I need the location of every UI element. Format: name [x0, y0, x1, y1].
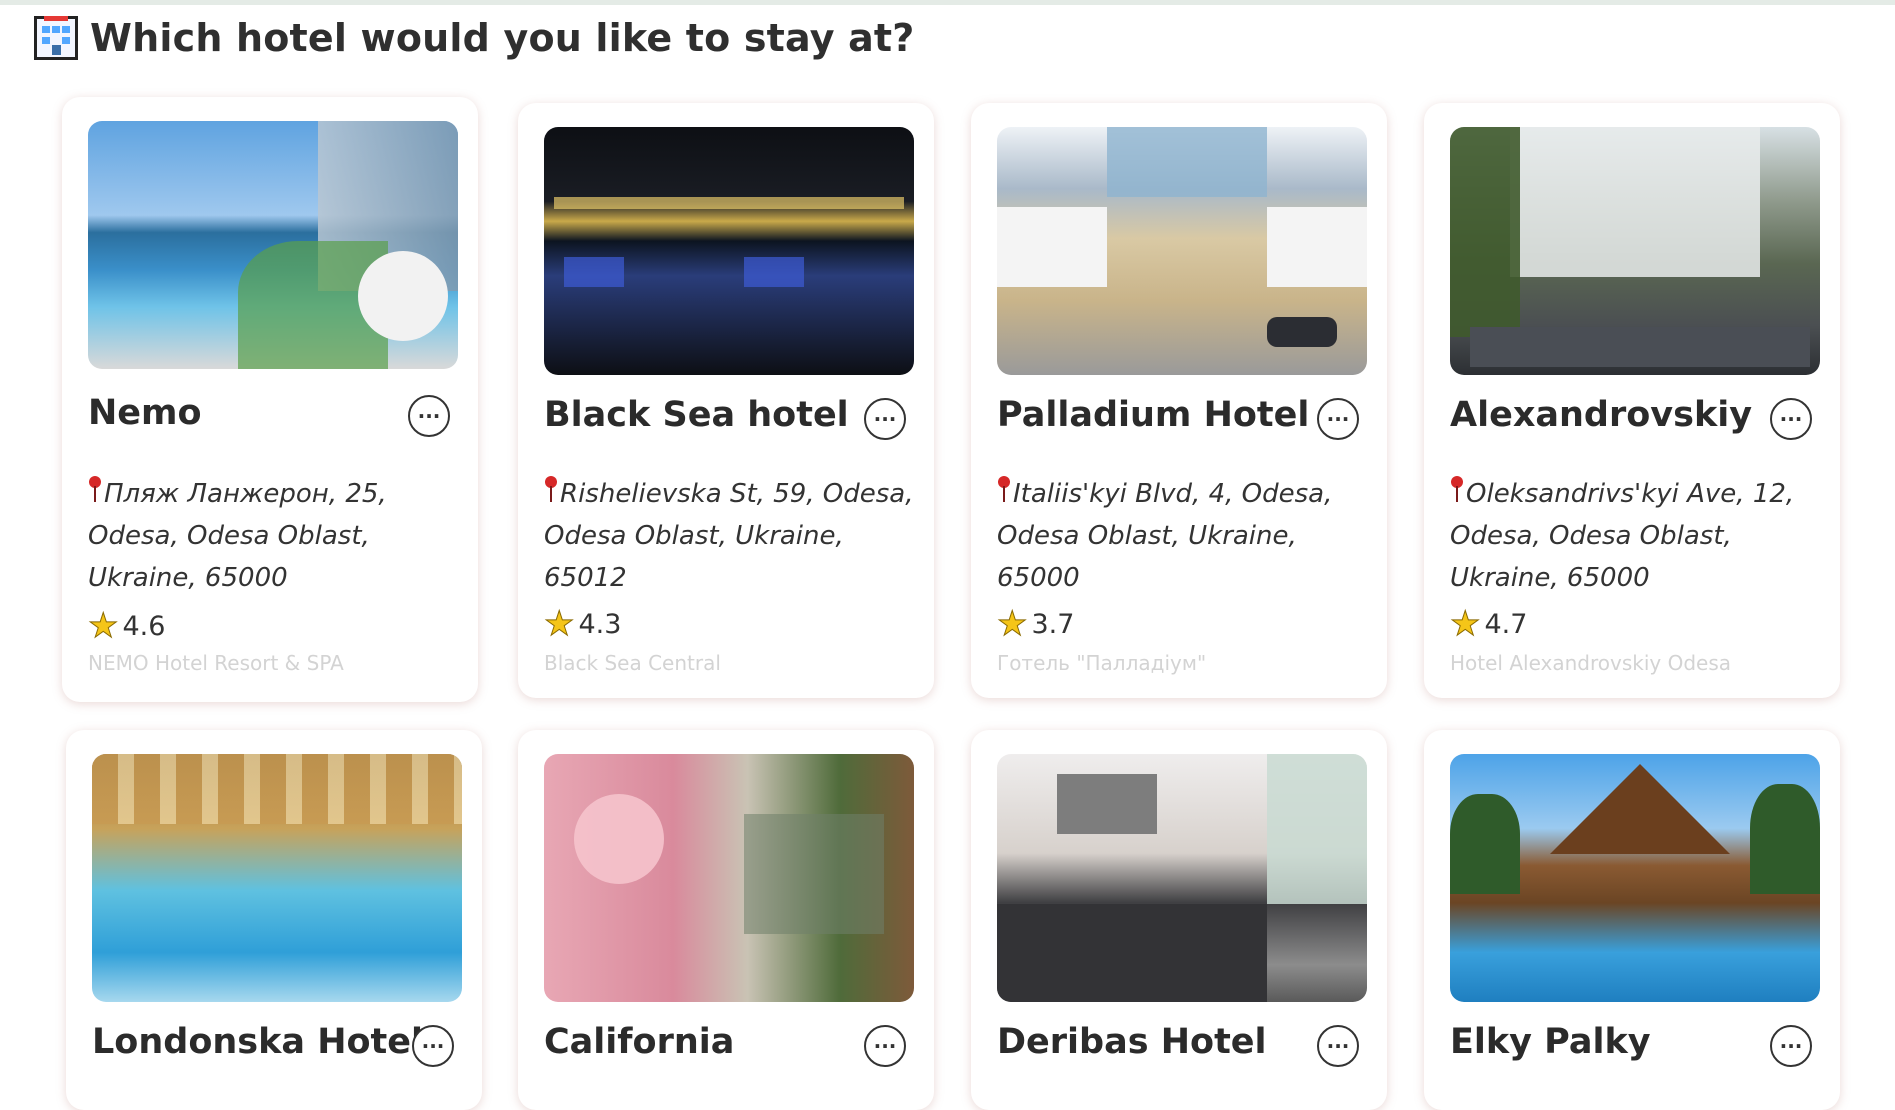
hotel-name: Palladium Hotel — [997, 395, 1310, 435]
hotel-card[interactable]: Black Sea hotel ··· Rishelievska St, 59,… — [518, 103, 934, 698]
hotel-card[interactable]: Elky Palky ··· — [1424, 730, 1840, 1110]
more-icon: ··· — [873, 1034, 897, 1058]
star-icon: ★ — [996, 604, 1028, 644]
hotel-name: Elky Palky — [1450, 1022, 1651, 1062]
hotel-photo — [1450, 127, 1820, 375]
hotel-rating: ★ 3.7 — [996, 604, 1075, 644]
hotel-address: Пляж Ланжерон, 25, Odesa, Odesa Oblast, … — [88, 473, 468, 599]
hotel-rating: ★ 4.3 — [543, 604, 622, 644]
more-options-button[interactable]: ··· — [1317, 1025, 1359, 1067]
hotel-photo — [1450, 754, 1820, 1002]
more-options-button[interactable]: ··· — [1317, 398, 1359, 440]
hotel-card[interactable]: Londonska Hotel ··· — [66, 730, 482, 1110]
google-place-name: NEMO Hotel Resort & SPA — [88, 651, 344, 675]
hotel-photo — [544, 127, 914, 375]
hotel-name: California — [544, 1022, 735, 1062]
hotel-card[interactable]: Alexandrovskiy ··· Oleksandrivs'kyi Ave,… — [1424, 103, 1840, 698]
more-options-button[interactable]: ··· — [1770, 398, 1812, 440]
star-icon: ★ — [543, 604, 575, 644]
hotel-icon — [34, 16, 78, 60]
hotel-card[interactable]: Nemo ··· Пляж Ланжерон, 25, Odesa, Odesa… — [62, 97, 478, 702]
hotel-rating: ★ 4.7 — [1449, 604, 1528, 644]
more-options-button[interactable]: ··· — [864, 398, 906, 440]
hotel-name: Nemo — [88, 393, 202, 433]
pin-icon — [1450, 476, 1464, 506]
pin-icon — [997, 476, 1011, 506]
hotel-name: Black Sea hotel — [544, 395, 849, 435]
more-icon: ··· — [1779, 407, 1803, 431]
more-icon: ··· — [873, 407, 897, 431]
hotel-photo — [997, 127, 1367, 375]
page-header: Which hotel would you like to stay at? — [34, 16, 915, 60]
more-options-button[interactable]: ··· — [1770, 1025, 1812, 1067]
more-icon: ··· — [421, 1034, 445, 1058]
more-options-button[interactable]: ··· — [864, 1025, 906, 1067]
google-place-name: Готель "Палладіум" — [997, 651, 1207, 675]
hotel-name: Alexandrovskiy — [1450, 395, 1753, 435]
more-icon: ··· — [1326, 407, 1350, 431]
star-icon: ★ — [1449, 604, 1481, 644]
more-options-button[interactable]: ··· — [408, 395, 450, 437]
google-place-name: Black Sea Central — [544, 651, 721, 675]
hotel-address: Italiis'kyi Blvd, 4, Odesa, Odesa Oblast… — [997, 473, 1377, 599]
hotel-card[interactable]: Deribas Hotel ··· — [971, 730, 1387, 1110]
hotel-name: Deribas Hotel — [997, 1022, 1267, 1062]
hotel-name: Londonska Hotel — [92, 1022, 423, 1062]
hotel-photo — [544, 754, 914, 1002]
google-place-name: Hotel Alexandrovskiy Odesa — [1450, 651, 1732, 675]
star-icon: ★ — [87, 606, 119, 646]
hotel-photo — [92, 754, 462, 1002]
pin-icon — [544, 476, 558, 506]
hotel-rating: ★ 4.6 — [87, 606, 166, 646]
page-title: Which hotel would you like to stay at? — [90, 16, 915, 60]
more-icon: ··· — [1779, 1034, 1803, 1058]
hotel-address: Rishelievska St, 59, Odesa, Odesa Oblast… — [544, 473, 924, 599]
hotel-card[interactable]: Palladium Hotel ··· Italiis'kyi Blvd, 4,… — [971, 103, 1387, 698]
hotel-photo — [997, 754, 1367, 1002]
hotel-address: Oleksandrivs'kyi Ave, 12, Odesa, Odesa O… — [1450, 473, 1830, 599]
more-options-button[interactable]: ··· — [412, 1025, 454, 1067]
hotel-card[interactable]: California ··· — [518, 730, 934, 1110]
pin-icon — [88, 476, 102, 506]
more-icon: ··· — [417, 404, 441, 428]
more-icon: ··· — [1326, 1034, 1350, 1058]
top-border — [0, 0, 1895, 5]
hotel-photo — [88, 121, 458, 369]
